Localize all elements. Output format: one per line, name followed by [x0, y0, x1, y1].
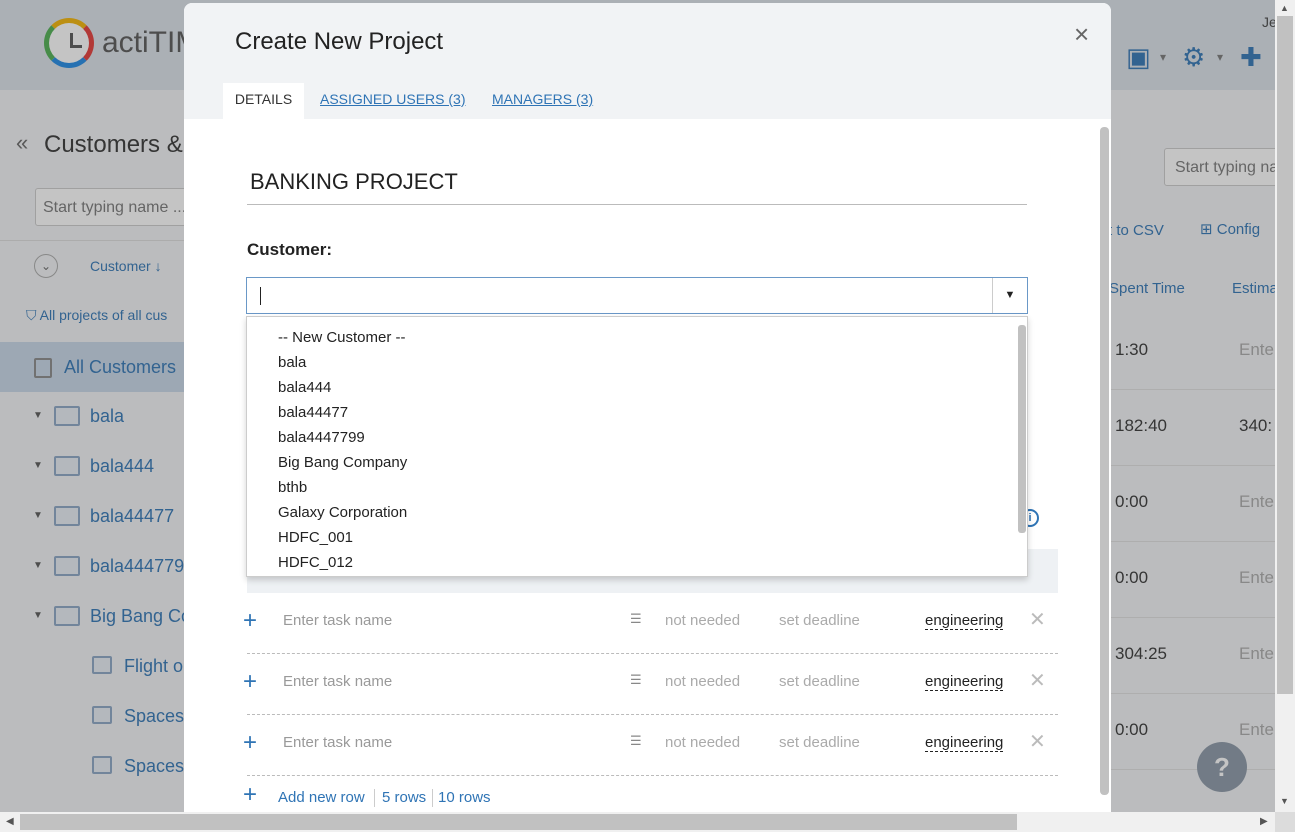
task-row: + Enter task name ☰ not needed set deadl…	[243, 593, 1058, 654]
task-row: + Enter task name ☰ not needed set deadl…	[243, 654, 1058, 715]
description-icon[interactable]: ☰	[630, 672, 642, 688]
dropdown-option[interactable]: bthb	[278, 479, 307, 496]
project-name-input[interactable]: BANKING PROJECT	[247, 169, 1027, 205]
close-icon[interactable]: ×	[1074, 19, 1089, 50]
modal-title: Create New Project	[235, 28, 444, 55]
deadline-field[interactable]: set deadline	[779, 612, 860, 629]
add-icon[interactable]: +	[243, 668, 257, 696]
add-new-row-link[interactable]: Add new row	[278, 789, 365, 806]
tab-managers[interactable]: MANAGERS (3)	[492, 83, 593, 119]
text-caret	[260, 287, 261, 305]
task-type-select[interactable]: engineering	[925, 612, 1004, 630]
add-icon[interactable]: +	[243, 781, 257, 809]
divider	[432, 789, 433, 807]
dropdown-arrow-icon[interactable]: ▼	[992, 278, 1027, 313]
dropdown-option[interactable]: HDFC_012	[278, 554, 353, 571]
horizontal-scrollbar[interactable]: ◀ ▶	[0, 812, 1275, 832]
scroll-thumb[interactable]	[1277, 16, 1293, 694]
add-icon[interactable]: +	[243, 729, 257, 757]
scroll-thumb[interactable]	[20, 814, 1017, 830]
dropdown-option[interactable]: bala4447799	[278, 429, 365, 446]
tab-assigned-users[interactable]: ASSIGNED USERS (3)	[320, 83, 465, 119]
customer-select-input[interactable]: ▼	[246, 277, 1028, 314]
scroll-corner	[1275, 812, 1295, 832]
dropdown-scrollbar[interactable]	[1018, 325, 1026, 533]
add-5-rows-link[interactable]: 5 rows	[382, 789, 426, 806]
dropdown-option[interactable]: bala44477	[278, 404, 348, 421]
task-type-select[interactable]: engineering	[925, 734, 1004, 752]
description-icon[interactable]: ☰	[630, 611, 642, 627]
task-name-input[interactable]: Enter task name	[283, 673, 392, 690]
task-name-input[interactable]: Enter task name	[283, 734, 392, 751]
add-10-rows-link[interactable]: 10 rows	[438, 789, 491, 806]
estimate-field[interactable]: not needed	[665, 673, 740, 690]
scroll-left-icon[interactable]: ◀	[6, 816, 14, 827]
remove-row-icon[interactable]: ✕	[1029, 729, 1046, 754]
dropdown-option[interactable]: bala	[278, 354, 306, 371]
deadline-field[interactable]: set deadline	[779, 673, 860, 690]
estimate-field[interactable]: not needed	[665, 612, 740, 629]
dropdown-option[interactable]: HDFC_001	[278, 529, 353, 546]
vertical-scrollbar[interactable]: ▲ ▼	[1275, 0, 1295, 812]
modal-scrollbar[interactable]	[1100, 127, 1109, 795]
remove-row-icon[interactable]: ✕	[1029, 668, 1046, 693]
task-name-input[interactable]: Enter task name	[283, 612, 392, 629]
task-type-select[interactable]: engineering	[925, 673, 1004, 691]
customer-label: Customer:	[247, 240, 333, 259]
dropdown-option[interactable]: Galaxy Corporation	[278, 504, 407, 521]
deadline-field[interactable]: set deadline	[779, 734, 860, 751]
scroll-up-icon[interactable]: ▲	[1280, 3, 1289, 13]
customer-dropdown-list: -- New Customer -- bala bala444 bala4447…	[246, 316, 1028, 577]
tab-details[interactable]: DETAILS	[223, 83, 304, 119]
remove-row-icon[interactable]: ✕	[1029, 607, 1046, 632]
modal-header: Create New Project × DETAILS ASSIGNED US…	[184, 3, 1111, 119]
task-row: + Enter task name ☰ not needed set deadl…	[243, 715, 1058, 776]
dropdown-option[interactable]: Big Bang Company	[278, 454, 407, 471]
description-icon[interactable]: ☰	[630, 733, 642, 749]
add-icon[interactable]: +	[243, 607, 257, 635]
dropdown-option-new-customer[interactable]: -- New Customer --	[278, 329, 406, 346]
create-project-modal: Create New Project × DETAILS ASSIGNED US…	[184, 3, 1111, 832]
dropdown-option[interactable]: bala444	[278, 379, 331, 396]
scroll-right-icon[interactable]: ▶	[1260, 816, 1268, 827]
divider	[374, 789, 375, 807]
estimate-field[interactable]: not needed	[665, 734, 740, 751]
scroll-down-icon[interactable]: ▼	[1280, 796, 1289, 806]
